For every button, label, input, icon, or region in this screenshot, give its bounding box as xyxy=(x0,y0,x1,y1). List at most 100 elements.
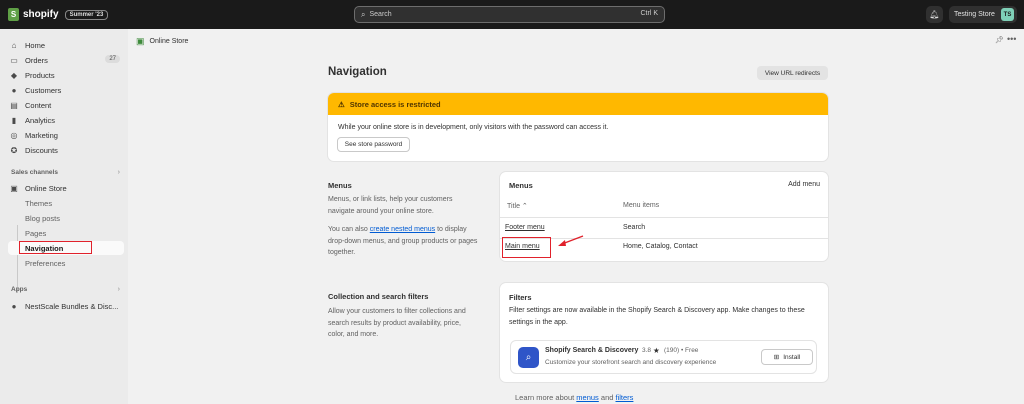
target-icon: ◎ xyxy=(10,130,18,140)
sidebar-subitem-preferences[interactable]: Preferences xyxy=(8,256,124,270)
sidebar-item-label: Products xyxy=(25,70,55,80)
app-description: Customize your storefront search and dis… xyxy=(545,359,717,366)
sidebar-item-customers[interactable]: ● Customers xyxy=(8,83,124,97)
sidebar-item-label: Themes xyxy=(25,198,53,208)
annotation-arrow-icon xyxy=(558,235,584,246)
sidebar: ⌂ Home ▭ Orders 27 ◆ Products ● Customer… xyxy=(0,29,128,404)
bell-icon: 🔔︎ xyxy=(929,10,940,19)
edition-badge: Summer '23 xyxy=(64,9,109,20)
highlight-box-navigation xyxy=(19,241,92,254)
menus-help-link[interactable]: menus xyxy=(576,393,599,402)
banner-title: Store access is restricted xyxy=(349,99,441,109)
app-icon: ● xyxy=(11,301,17,311)
column-header-title[interactable]: Title ⌃ xyxy=(507,202,528,210)
sidebar-subitem-themes[interactable]: Themes xyxy=(8,196,124,210)
sidebar-item-label: Marketing xyxy=(25,130,58,140)
discount-icon: ✪ xyxy=(10,145,18,155)
tag-icon: ◆ xyxy=(10,70,18,80)
store-restricted-banner: ⚠ Store access is restricted While your … xyxy=(328,93,828,161)
sidebar-subitem-pages[interactable]: Pages xyxy=(8,226,124,240)
divider xyxy=(500,217,828,218)
install-button[interactable]: ⊞ Install xyxy=(761,349,813,365)
search-icon: ⌕ xyxy=(361,9,366,19)
filters-section-desc: Allow your customers to filter collectio… xyxy=(328,308,466,338)
orders-count-badge: 27 xyxy=(105,55,120,63)
page-title: Navigation xyxy=(328,66,387,78)
sidebar-item-analytics[interactable]: ▮ Analytics xyxy=(8,113,124,127)
breadcrumb[interactable]: ▣ Online Store xyxy=(136,36,188,47)
pin-icon[interactable]: 📌︎ xyxy=(995,36,1004,44)
filters-card-title: Filters xyxy=(509,293,532,302)
filters-card-body: Filter settings are now available in the… xyxy=(509,307,805,326)
sales-channels-label: Sales channels xyxy=(11,169,58,176)
footer-menu-link[interactable]: Footer menu xyxy=(505,224,545,231)
sidebar-item-label: Online Store xyxy=(25,183,67,193)
sidebar-item-marketing[interactable]: ◎ Marketing xyxy=(8,128,124,142)
search-shortcut: Ctrl K xyxy=(640,10,659,17)
sidebar-item-label: Content xyxy=(25,100,52,110)
person-icon: ● xyxy=(11,85,17,95)
footer-text: and xyxy=(598,393,616,402)
main-menu-items: Home, Catalog, Contact xyxy=(623,243,698,250)
footer-text: Learn more about xyxy=(515,393,577,402)
view-url-redirects-button[interactable]: View URL redirects xyxy=(757,66,828,80)
sort-icon: ⌃ xyxy=(521,203,528,210)
inbox-icon: ▭ xyxy=(10,55,18,65)
menus-section-desc: Menus, or link lists, help your customer… xyxy=(328,196,453,215)
menus-section-desc-nested: You can also create nested menus to disp… xyxy=(328,224,478,259)
filters-section-title: Collection and search filters xyxy=(328,292,429,301)
sidebar-item-label: NestScale Bundles & Disc... xyxy=(25,301,119,311)
shopify-bag-icon: S xyxy=(8,8,19,21)
menus-section-title: Menus xyxy=(328,181,352,190)
sidebar-item-label: Pages xyxy=(25,228,47,238)
desc-text: You can also xyxy=(328,226,370,233)
app-name: Shopify Search & Discovery xyxy=(545,347,639,354)
bar-chart-icon: ▮ xyxy=(11,115,17,125)
sidebar-item-home[interactable]: ⌂ Home xyxy=(8,38,124,52)
banner-body: While your online store is in developmen… xyxy=(338,124,609,131)
sidebar-item-discounts[interactable]: ✪ Discounts xyxy=(8,143,124,157)
top-bar: S shopify Summer '23 ⌕ Search Ctrl K 🔔︎ … xyxy=(0,0,1024,29)
search-discovery-app-icon: ⌕ xyxy=(518,347,539,368)
store-icon: ▣ xyxy=(136,36,145,46)
chevron-right-icon[interactable]: › xyxy=(118,286,120,293)
sidebar-item-content[interactable]: ▤ Content xyxy=(8,98,124,112)
add-menu-link[interactable]: Add menu xyxy=(788,181,820,188)
sidebar-item-products[interactable]: ◆ Products xyxy=(8,68,124,82)
filters-help-link[interactable]: filters xyxy=(616,393,634,402)
home-icon: ⌂ xyxy=(11,40,17,50)
notifications-button[interactable]: 🔔︎ xyxy=(926,6,943,23)
install-icon: ⊞ xyxy=(773,354,780,361)
sidebar-item-nestscale[interactable]: ● NestScale Bundles & Disc... xyxy=(8,299,124,313)
banner-header: ⚠ Store access is restricted xyxy=(328,93,828,115)
see-store-password-button[interactable]: See store password xyxy=(337,137,410,152)
search-discovery-app-tile[interactable]: ⌕ Shopify Search & Discovery 3.8 ★ (190)… xyxy=(510,340,817,374)
sidebar-item-label: Discounts xyxy=(25,145,58,155)
chevron-right-icon[interactable]: › xyxy=(118,169,120,176)
sidebar-item-label: Preferences xyxy=(25,258,66,268)
search-placeholder: Search xyxy=(369,11,392,18)
sidebar-item-orders[interactable]: ▭ Orders 27 xyxy=(8,53,124,67)
avatar: TS xyxy=(1001,8,1014,21)
store-name: Testing Store xyxy=(954,11,995,18)
column-header-menu-items: Menu items xyxy=(623,202,660,209)
sidebar-subitem-blog-posts[interactable]: Blog posts xyxy=(8,211,124,225)
breadcrumb-label: Online Store xyxy=(149,38,189,45)
column-header-label: Title xyxy=(507,203,520,210)
create-nested-menus-link[interactable]: create nested menus xyxy=(370,226,435,233)
app-rating: 3.8 xyxy=(642,347,652,354)
store-icon: ▣ xyxy=(10,183,18,193)
sidebar-item-online-store[interactable]: ▣ Online Store xyxy=(8,181,124,195)
sidebar-item-label: Analytics xyxy=(25,115,56,125)
search-bar[interactable]: ⌕ Search Ctrl K xyxy=(354,6,665,23)
warning-icon: ⚠ xyxy=(338,99,345,109)
shopify-logo[interactable]: S shopify Summer '23 xyxy=(8,8,109,21)
apps-label: Apps xyxy=(11,286,28,293)
learn-more-text: Learn more about menus and filters xyxy=(515,393,633,402)
highlight-box-main-menu xyxy=(502,237,551,258)
more-horizontal-icon[interactable]: ••• xyxy=(1007,34,1016,44)
brand-name: shopify xyxy=(23,9,59,20)
store-menu-button[interactable]: Testing Store TS xyxy=(949,6,1017,23)
filters-card: Filters Filter settings are now availabl… xyxy=(500,283,828,382)
menus-card-title: Menus xyxy=(509,181,533,190)
